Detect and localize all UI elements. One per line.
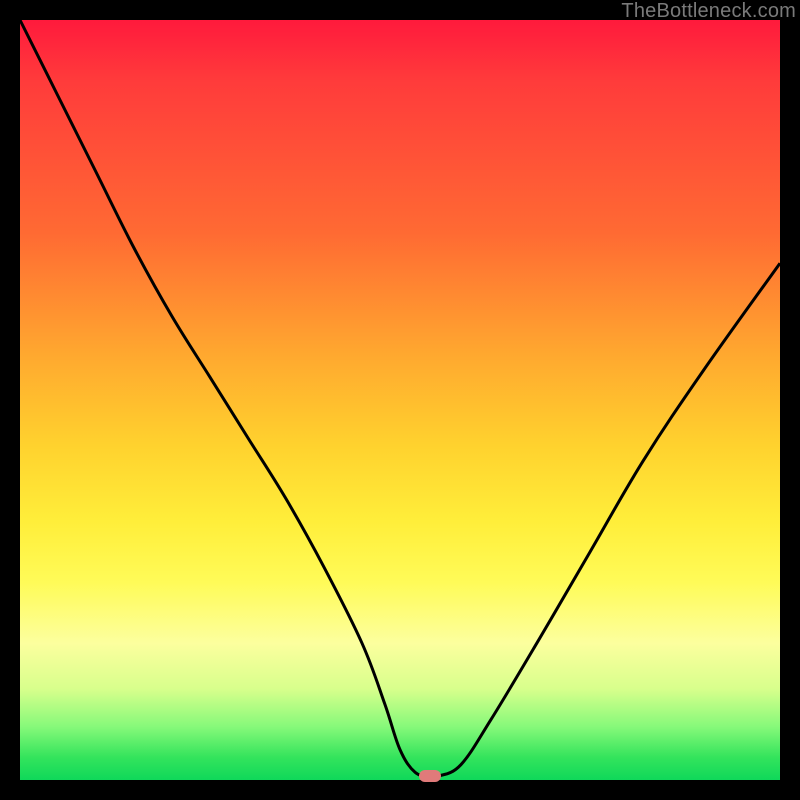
curve-path [20,20,780,777]
bottleneck-curve [20,20,780,780]
chart-stage: TheBottleneck.com [0,0,800,800]
min-marker [419,770,441,782]
chart-plot-area [20,20,780,780]
watermark-text: TheBottleneck.com [621,0,796,23]
